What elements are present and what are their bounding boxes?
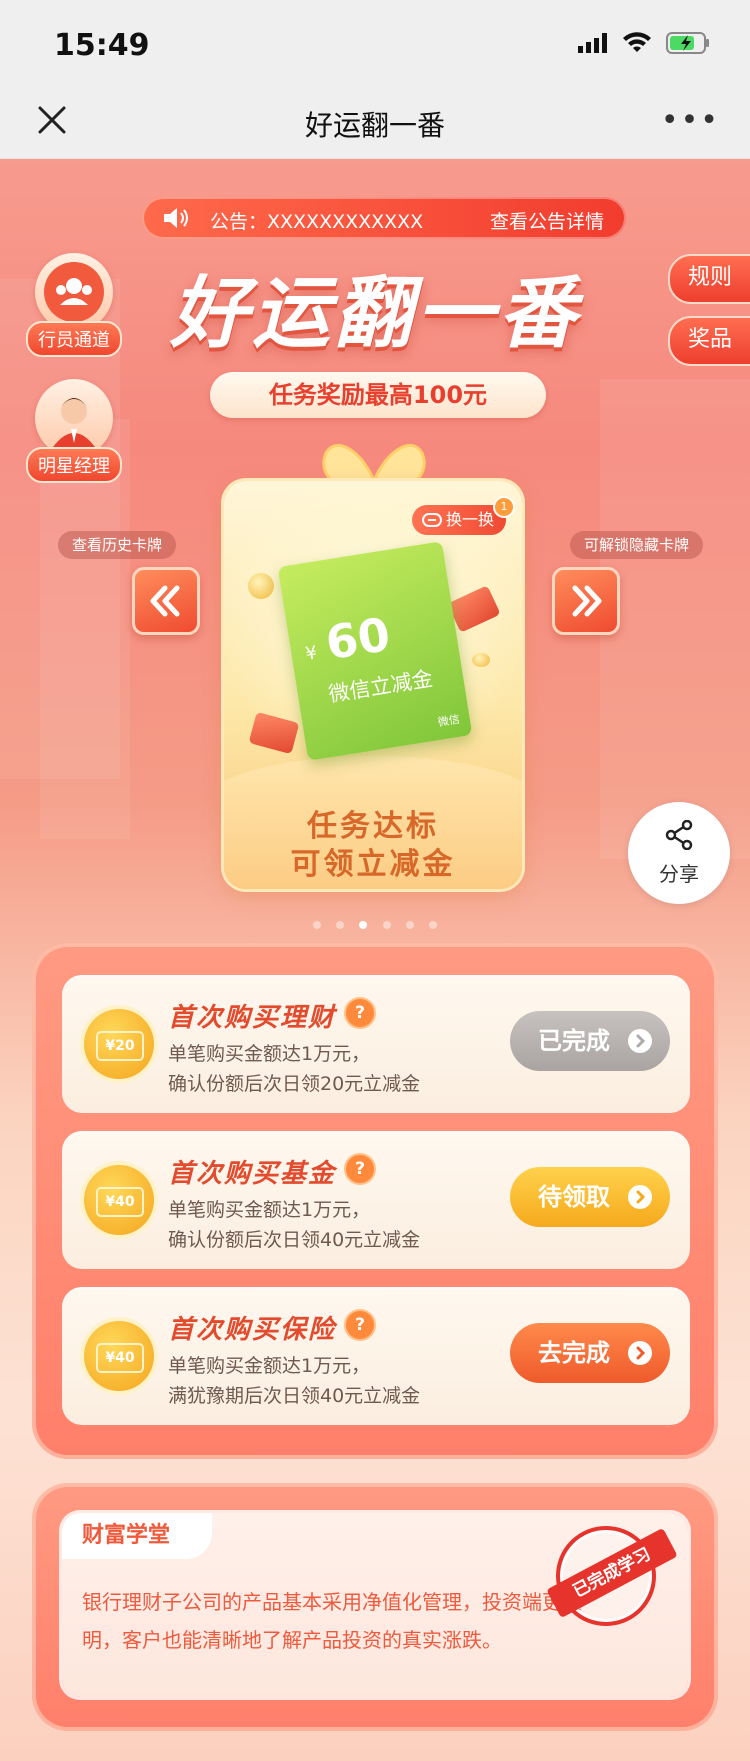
swap-count-badge: 1 — [493, 496, 516, 518]
task-card: ¥20 首次购买理财 ? 单笔购买金额达1万元， 确认份额后次日领20元立减金 … — [62, 975, 690, 1113]
task-desc: 单笔购买金额达1万元， — [168, 1043, 371, 1065]
ticket-amount: ¥40 — [96, 1187, 144, 1217]
hidden-cards-hint: 可解锁隐藏卡牌 — [570, 531, 704, 559]
wealth-school-tab: 财富学堂 — [62, 1513, 212, 1559]
carousel-dot — [405, 921, 414, 929]
announcement-text: 公告：XXXXXXXXXXXX — [210, 211, 424, 233]
rules-tab[interactable]: 规则 — [668, 254, 750, 304]
task-desc: 满犹豫期后次日领40元立减金 — [168, 1385, 421, 1407]
status-icons — [578, 32, 710, 54]
double-chevron-right-icon — [572, 585, 602, 617]
voucher-brand: 微信 — [436, 712, 461, 729]
ticket-amount: ¥40 — [96, 1343, 144, 1373]
task-button-label: 去完成 — [538, 1339, 610, 1367]
next-card-button[interactable] — [552, 567, 620, 635]
staff-group-icon — [35, 253, 113, 331]
task-panel: ¥20 首次购买理财 ? 单笔购买金额达1万元， 确认份额后次日领20元立减金 … — [32, 943, 718, 1459]
task-button-label: 已完成 — [538, 1027, 610, 1055]
nav-bar: 好运翻一番 ••• — [0, 90, 750, 159]
status-time: 15:49 — [54, 28, 150, 63]
question-icon[interactable]: ? — [344, 1153, 376, 1185]
share-icon — [665, 820, 693, 850]
ticket-icon: ¥20 — [84, 1009, 154, 1079]
activity-page: 公告：XXXXXXXXXXXX 查看公告详情 好运翻一番 任务奖励最高100元 … — [0, 159, 750, 1761]
task-title: 首次购买保险 — [168, 1315, 337, 1345]
coin-icon — [248, 573, 274, 599]
history-cards-hint: 查看历史卡牌 — [58, 531, 177, 559]
carousel-dot — [336, 921, 345, 929]
carousel-dot — [313, 921, 322, 929]
share-label: 分享 — [659, 862, 699, 886]
task-completed-button[interactable]: 已完成 — [510, 1011, 670, 1071]
ticket-icon: ¥40 — [84, 1165, 154, 1235]
task-card: ¥40 首次购买保险 ? 单笔购买金额达1万元， 满犹豫期后次日领40元立减金 … — [62, 1287, 690, 1425]
swap-card-button[interactable]: 换一换 1 — [412, 496, 516, 535]
task-desc: 确认份额后次日领20元立减金 — [168, 1073, 421, 1095]
question-icon[interactable]: ? — [344, 997, 376, 1029]
task-desc: 单笔购买金额达1万元， — [168, 1355, 371, 1377]
prizes-tab[interactable]: 奖品 — [668, 316, 750, 366]
lucky-card[interactable]: 任务达标 可领立减金 ¥ 60 微信立减金 微信 换一换 1 — [224, 437, 524, 889]
chevron-right-icon — [628, 1029, 652, 1053]
signal-icon — [578, 33, 607, 53]
carousel-dot — [382, 921, 391, 929]
voucher-name: 微信立减金 — [326, 666, 435, 707]
swap-icon — [422, 513, 442, 527]
battery-icon — [666, 32, 709, 54]
announcement-detail-link[interactable]: 查看公告详情 — [490, 207, 604, 234]
manager-avatar-icon — [35, 379, 113, 457]
status-bar: 15:49 — [0, 0, 750, 90]
task-card: ¥40 首次购买基金 ? 单笔购买金额达1万元， 确认份额后次日领40元立减金 … — [62, 1131, 690, 1269]
chevron-right-icon — [628, 1341, 652, 1365]
background-building — [600, 379, 750, 859]
prev-card-button[interactable] — [132, 567, 200, 635]
ticket-icon: ¥40 — [84, 1321, 154, 1391]
carousel-dot-active — [359, 921, 368, 929]
voucher-amount: 60 — [322, 606, 394, 671]
speaker-icon — [164, 208, 188, 228]
announcement-bar[interactable]: 公告：XXXXXXXXXXXX 查看公告详情 — [142, 197, 626, 239]
wealth-school-text: 银行理财子公司的产品基本采用净值化管理，投资端更透明，客户也能清晰地了解产品投资… — [82, 1590, 582, 1652]
task-desc: 确认份额后次日领40元立减金 — [168, 1229, 421, 1251]
hero-subtitle: 任务奖励最高100元 — [210, 372, 546, 418]
coin-icon — [472, 653, 490, 667]
staff-channel-entry[interactable]: 行员通道 — [22, 253, 126, 357]
task-claim-button[interactable]: 待领取 — [510, 1167, 670, 1227]
task-go-button[interactable]: 去完成 — [510, 1323, 670, 1383]
star-manager-entry[interactable]: 明星经理 — [22, 379, 126, 483]
task-title: 首次购买理财 — [168, 1003, 337, 1033]
task-button-label: 待领取 — [538, 1183, 610, 1211]
swap-label: 换一换 — [446, 510, 495, 529]
chevron-right-icon — [628, 1185, 652, 1209]
carousel-dot — [428, 921, 437, 929]
ticket-amount: ¥20 — [96, 1031, 144, 1061]
wechat-voucher: ¥ 60 微信立减金 微信 — [277, 541, 473, 761]
staff-channel-label: 行员通道 — [26, 321, 122, 357]
voucher-currency: ¥ — [304, 642, 319, 665]
task-title: 首次购买基金 — [168, 1159, 337, 1189]
star-manager-label: 明星经理 — [26, 447, 122, 483]
card-caption-line2: 可领立减金 — [290, 847, 456, 882]
question-icon[interactable]: ? — [344, 1309, 376, 1341]
carousel-indicator — [0, 914, 750, 933]
double-chevron-left-icon — [150, 585, 180, 617]
share-button[interactable]: 分享 — [628, 802, 730, 904]
more-menu-button[interactable]: ••• — [661, 106, 720, 136]
page-title: 好运翻一番 — [304, 109, 445, 142]
task-desc: 单笔购买金额达1万元， — [168, 1199, 371, 1221]
wifi-icon — [623, 32, 651, 52]
